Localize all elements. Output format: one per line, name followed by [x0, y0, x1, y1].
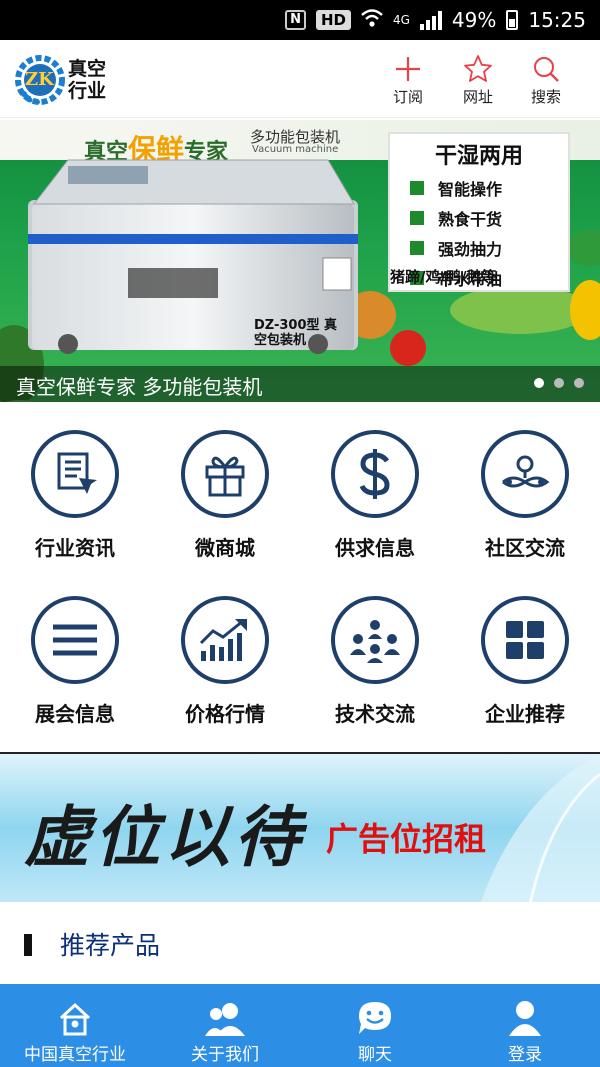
menu-item-supply-demand[interactable]: 供求信息: [300, 430, 450, 561]
battery-percent: 49%: [451, 8, 497, 32]
battery-icon: [506, 10, 519, 30]
carousel-dot[interactable]: [574, 378, 584, 388]
nav-label: 中国真空行业: [24, 1045, 126, 1065]
section-marker: [24, 934, 32, 956]
grid-icon: [481, 596, 569, 684]
dollar-icon: [331, 430, 419, 518]
bottom-nav: 中国真空行业 关于我们 聊天 登录: [0, 984, 600, 1067]
logo-icon[interactable]: ZK: [14, 54, 66, 106]
ad-main-text: 虚位以待: [24, 799, 304, 876]
menu-label: 微商城: [195, 536, 255, 560]
nav-chat[interactable]: 聊天: [300, 984, 450, 1067]
carousel-dot[interactable]: [554, 378, 564, 388]
network-type: 4G: [392, 13, 410, 27]
user-icon: [450, 984, 600, 1036]
menu-label: 企业推荐: [485, 702, 565, 726]
menu-label: 社区交流: [485, 536, 565, 560]
website-label: 网址: [462, 88, 493, 106]
subscribe-button[interactable]: 订阅: [378, 54, 438, 107]
wifi-icon: [361, 8, 383, 33]
search-label: 搜索: [530, 88, 561, 106]
gift-icon: [181, 430, 269, 518]
chat-icon: [300, 984, 450, 1036]
menu-label: 展会信息: [35, 702, 115, 726]
subscribe-label: 订阅: [392, 88, 423, 106]
banner-caption-bar: 真空保鲜专家 多功能包装机: [0, 366, 600, 402]
feature-menu-grid: 行业资讯 微商城 供求信息 社区交流 展会信息 价格行情 技术交流 企业推荐: [0, 420, 600, 740]
search-icon: [516, 54, 576, 84]
list-icon: [31, 596, 119, 684]
banner-caption: 真空保鲜专家 多功能包装机: [16, 375, 263, 399]
app-screen: { "status_bar": { "network": "4G", "hd":…: [0, 0, 600, 1067]
ad-banner[interactable]: 虚位以待 广告位招租: [0, 752, 600, 902]
recommended-products-section: 推荐产品: [0, 902, 600, 984]
menu-label: 技术交流: [335, 702, 415, 726]
status-bar: N HD 4G 49% 15:25: [0, 0, 600, 40]
carousel-dot[interactable]: [534, 378, 544, 388]
nfc-icon: N: [285, 10, 306, 30]
menu-label: 供求信息: [335, 536, 415, 560]
vacuum-machine-image: DZ-300型 真空包装机: [28, 158, 358, 362]
menu-item-community[interactable]: 社区交流: [450, 430, 600, 561]
star-icon: [448, 54, 508, 84]
section-title: 推荐产品: [60, 931, 161, 960]
ad-sub-text: 广告位招租: [326, 820, 487, 858]
app-title: 真空行业: [68, 58, 107, 102]
nav-login[interactable]: 登录: [450, 984, 600, 1067]
features-footnote: 猪蹄/鸡/鸭/鹅等: [390, 268, 497, 286]
nav-label: 登录: [508, 1045, 542, 1065]
website-button[interactable]: 网址: [448, 54, 508, 107]
hd-badge: HD: [315, 10, 351, 30]
carousel-indicator[interactable]: [534, 378, 584, 388]
people-network-icon: [331, 596, 419, 684]
menu-item-tech-exchange[interactable]: 技术交流: [300, 596, 450, 727]
nav-label: 关于我们: [191, 1045, 259, 1065]
features-heading: 干湿两用: [434, 144, 523, 169]
menu-label: 行业资讯: [35, 536, 115, 560]
logo-badge: ZK: [25, 69, 54, 90]
nav-home[interactable]: 中国真空行业: [0, 984, 150, 1067]
nav-label: 聊天: [358, 1045, 392, 1065]
nav-about[interactable]: 关于我们: [150, 984, 300, 1067]
promo-banner[interactable]: 真空保鲜专家 多功能包装机 Vacuum machine DZ-300型 真空包…: [0, 120, 600, 402]
menu-label: 价格行情: [185, 702, 265, 726]
clock: 15:25: [528, 8, 586, 32]
feature-item: 熟食干货: [410, 206, 568, 230]
menu-item-industry-news[interactable]: 行业资讯: [0, 430, 150, 561]
news-document-icon: [31, 430, 119, 518]
machine-model-label: DZ-300型 真空包装机: [254, 318, 338, 348]
menu-item-micro-mall[interactable]: 微商城: [150, 430, 300, 561]
signal-icon: [419, 10, 442, 30]
search-button[interactable]: 搜索: [516, 54, 576, 107]
menu-item-exhibition[interactable]: 展会信息: [0, 596, 150, 727]
home-icon: [0, 984, 150, 1036]
menu-item-price-trend[interactable]: 价格行情: [150, 596, 300, 727]
community-icon: [481, 430, 569, 518]
feature-item: 智能操作: [410, 176, 568, 200]
plus-icon: [378, 54, 438, 84]
feature-item: 强劲抽力: [410, 236, 568, 260]
app-header: ZK 真空行业 订阅 网址 搜索: [0, 40, 600, 118]
trend-chart-icon: [181, 596, 269, 684]
users-icon: [150, 984, 300, 1036]
menu-item-enterprise[interactable]: 企业推荐: [450, 596, 600, 727]
